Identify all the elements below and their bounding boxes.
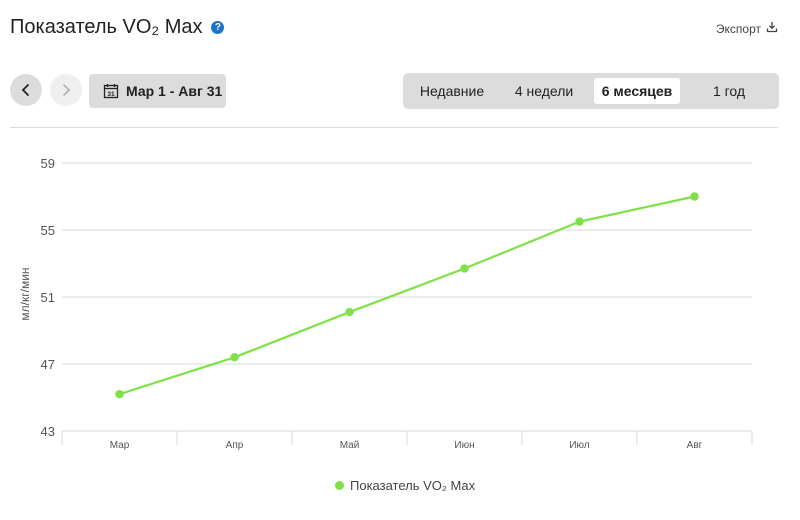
x-tick-label: Май [340, 440, 360, 451]
data-point [575, 217, 584, 226]
vo2max-chart: 59 55 51 47 43 Мар Апр Май Июн Июл Авг [41, 156, 753, 451]
x-tick-label: Июл [569, 440, 589, 451]
y-tick-label: 59 [41, 156, 55, 171]
x-tick-label: Апр [226, 440, 244, 451]
y-tick-label: 51 [41, 290, 55, 305]
data-point [230, 353, 239, 362]
data-point [115, 389, 124, 399]
y-tick-label: 47 [41, 357, 55, 372]
legend-label: Показатель VO₂ Max [350, 478, 476, 493]
data-point [460, 264, 469, 273]
data-point [690, 192, 699, 201]
series-line [119, 195, 695, 396]
x-tick-label: Мар [110, 440, 130, 451]
y-tick-label: 55 [41, 223, 55, 238]
y-tick-label: 43 [41, 424, 55, 439]
data-point [345, 307, 354, 317]
x-tick-label: Авг [687, 440, 703, 451]
legend-marker [335, 481, 344, 490]
chart-legend[interactable]: Показатель VO₂ Max [335, 478, 475, 493]
x-tick-label: Июн [454, 440, 474, 451]
